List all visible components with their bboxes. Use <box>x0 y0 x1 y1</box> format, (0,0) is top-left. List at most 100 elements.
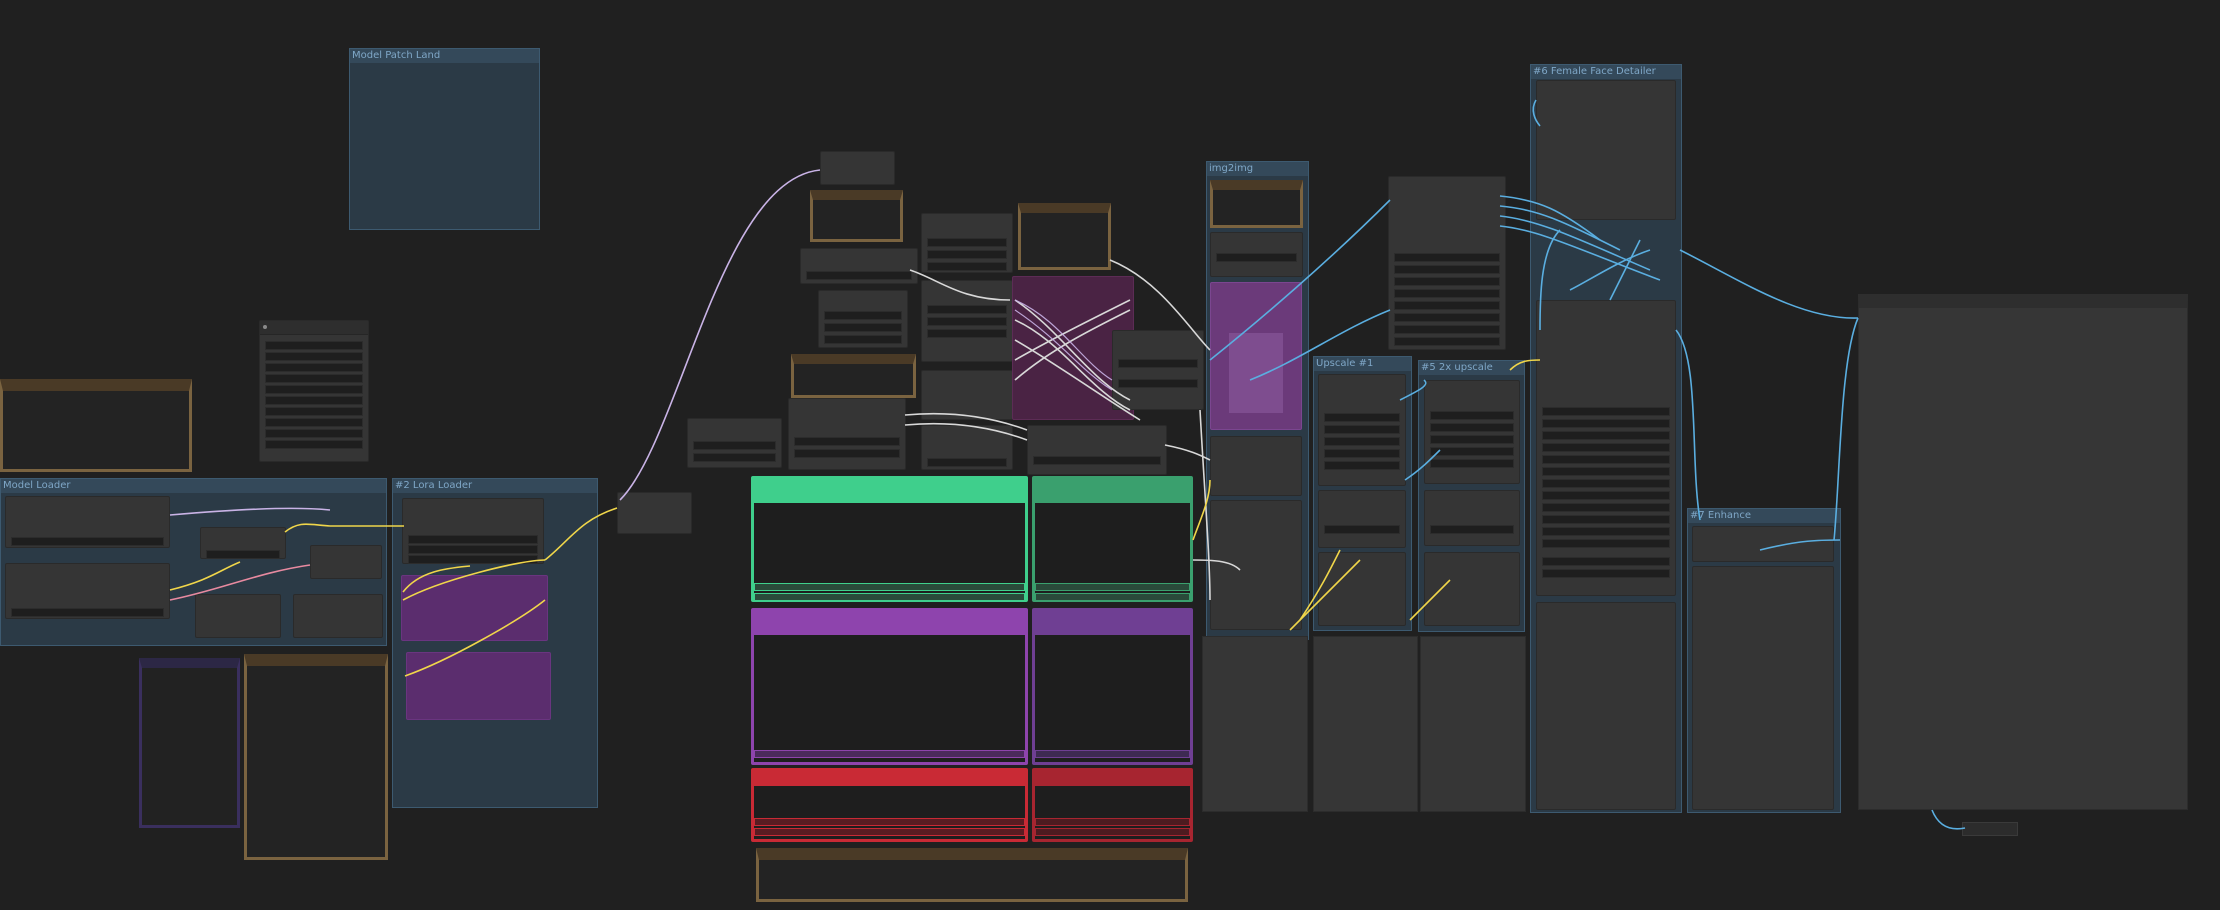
ksampler-node[interactable] <box>751 476 1028 602</box>
small-node[interactable] <box>921 280 1013 362</box>
list-widget[interactable] <box>265 352 363 361</box>
small-node[interactable] <box>788 398 906 470</box>
widget[interactable] <box>794 437 900 446</box>
list-widget[interactable] <box>265 341 363 350</box>
widget[interactable] <box>806 271 912 280</box>
negative-prompt-node[interactable] <box>751 768 1028 842</box>
widget[interactable] <box>1394 265 1500 274</box>
list-widget[interactable] <box>265 374 363 383</box>
prompt-node[interactable] <box>1032 608 1193 765</box>
reroute-node[interactable] <box>293 594 383 638</box>
reroute-node[interactable] <box>1962 822 2018 836</box>
small-node[interactable] <box>921 213 1013 273</box>
widget[interactable] <box>754 828 1025 836</box>
widget[interactable] <box>927 250 1007 259</box>
small-node[interactable] <box>1424 552 1520 626</box>
small-node[interactable] <box>800 248 918 284</box>
widget[interactable] <box>1542 455 1670 464</box>
widget[interactable] <box>1542 491 1670 500</box>
widget[interactable] <box>1324 461 1400 470</box>
widget[interactable] <box>1430 447 1514 456</box>
small-node[interactable] <box>1027 425 1167 475</box>
reroute-node[interactable] <box>195 594 281 638</box>
widget[interactable] <box>1324 449 1400 458</box>
small-node[interactable] <box>818 290 908 348</box>
widget[interactable] <box>206 550 280 559</box>
upscale-node[interactable] <box>1424 380 1520 484</box>
widget[interactable] <box>1542 557 1670 566</box>
widget[interactable] <box>1542 479 1670 488</box>
widget[interactable] <box>754 593 1025 601</box>
group-model-patch-land[interactable]: Model Patch Land <box>349 48 540 230</box>
widget[interactable] <box>1394 337 1500 346</box>
small-node[interactable] <box>921 370 1013 420</box>
widget[interactable] <box>1542 569 1670 578</box>
widget[interactable] <box>1542 407 1670 416</box>
widget[interactable] <box>1430 459 1514 468</box>
small-node[interactable] <box>1210 500 1302 630</box>
widget[interactable] <box>754 750 1025 758</box>
widget[interactable] <box>1035 583 1190 591</box>
widget[interactable] <box>1394 253 1500 262</box>
widget[interactable] <box>1033 456 1161 465</box>
brown-note-node[interactable] <box>0 379 192 472</box>
negative-prompt-node[interactable] <box>1032 768 1193 842</box>
widget[interactable] <box>1542 539 1670 548</box>
upscale-model-loader-node[interactable] <box>1388 176 1506 350</box>
widget[interactable] <box>927 305 1007 314</box>
small-node[interactable] <box>1112 330 1204 410</box>
brown-note-node[interactable] <box>756 848 1188 902</box>
widget[interactable] <box>1430 411 1514 420</box>
list-widget[interactable] <box>265 396 363 405</box>
widget[interactable] <box>1324 525 1400 534</box>
small-node[interactable] <box>1318 490 1406 548</box>
small-node[interactable] <box>1318 552 1406 626</box>
vae-name-widget[interactable] <box>11 608 164 617</box>
widget[interactable] <box>927 458 1007 467</box>
ksampler-node[interactable] <box>1032 476 1193 602</box>
widget[interactable] <box>693 453 776 462</box>
load-image-node[interactable] <box>1210 282 1302 430</box>
lora-node-bypassed[interactable] <box>406 652 551 720</box>
node-graph-canvas[interactable]: Model Patch Land Model Loader #2 Lora Lo… <box>0 0 2220 910</box>
ckpt-name-widget[interactable] <box>11 537 164 546</box>
widget[interactable] <box>824 311 902 320</box>
widget[interactable] <box>1542 527 1670 536</box>
widget[interactable] <box>1430 423 1514 432</box>
widget[interactable] <box>693 441 776 450</box>
widget[interactable] <box>824 335 902 344</box>
small-node[interactable] <box>617 492 692 534</box>
output-node[interactable] <box>1420 636 1526 812</box>
small-node[interactable] <box>1536 80 1676 220</box>
widget[interactable] <box>1430 435 1514 444</box>
widget[interactable] <box>1394 289 1500 298</box>
reroute-node[interactable] <box>310 545 382 579</box>
preview-node[interactable] <box>1536 602 1676 810</box>
output-node[interactable] <box>1202 636 1308 812</box>
widget[interactable] <box>408 535 538 544</box>
widget[interactable] <box>1394 313 1500 322</box>
widget[interactable] <box>754 583 1025 591</box>
widget[interactable] <box>408 545 538 554</box>
brown-note-node[interactable] <box>244 654 388 860</box>
face-detailer-node[interactable] <box>1536 300 1676 596</box>
small-node[interactable] <box>1692 526 1834 562</box>
brown-note-node[interactable] <box>810 190 903 242</box>
widget[interactable] <box>927 329 1007 338</box>
widget[interactable] <box>1035 818 1190 826</box>
widget[interactable] <box>1394 277 1500 286</box>
small-node[interactable] <box>687 418 782 468</box>
widget[interactable] <box>927 238 1007 247</box>
clip-set-last-layer-node[interactable] <box>200 527 286 559</box>
prompt-node[interactable] <box>751 608 1028 765</box>
widget[interactable] <box>824 323 902 332</box>
primitive-list-node[interactable] <box>259 320 369 462</box>
lora-node-bypassed[interactable] <box>401 575 548 641</box>
small-node[interactable] <box>1210 436 1302 496</box>
widget[interactable] <box>1542 467 1670 476</box>
widget[interactable] <box>1542 503 1670 512</box>
widget[interactable] <box>927 262 1007 271</box>
list-widget[interactable] <box>265 440 363 449</box>
widget[interactable] <box>927 317 1007 326</box>
list-widget[interactable] <box>265 407 363 416</box>
